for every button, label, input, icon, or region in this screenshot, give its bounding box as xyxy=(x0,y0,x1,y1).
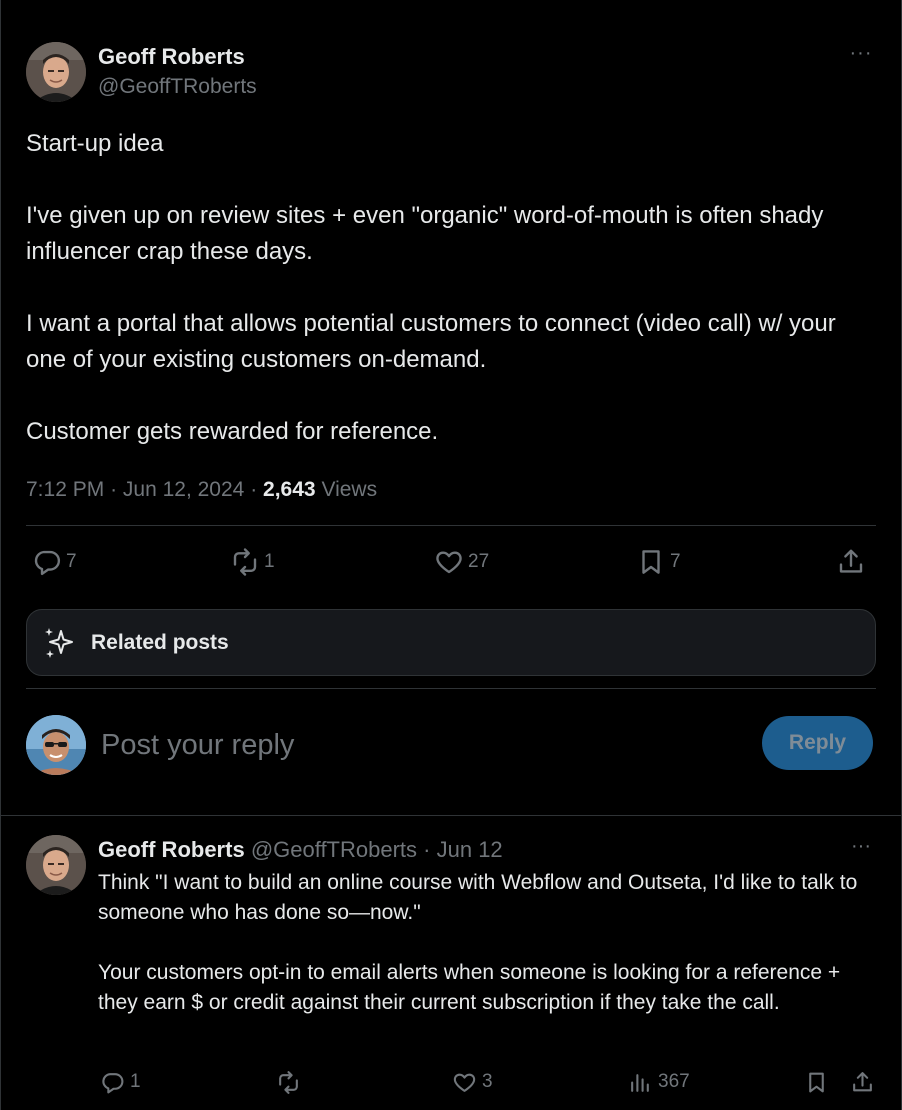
views-icon xyxy=(631,1073,649,1092)
post-author-row: Geoff Roberts @GeoffTRoberts ··· xyxy=(26,42,876,104)
views-label: Views xyxy=(321,478,378,501)
post-paragraph: I want a portal that allows potential cu… xyxy=(26,310,836,373)
divider xyxy=(26,688,876,689)
post-text: Start-up idea I've given up on review si… xyxy=(26,126,876,450)
share-icon xyxy=(839,549,863,573)
bookmark-icon xyxy=(642,550,660,574)
meta-separator: · xyxy=(250,478,258,501)
post-date[interactable]: Jun 12, 2024 xyxy=(123,478,244,501)
reply-reply-button[interactable]: 1 xyxy=(100,1065,141,1099)
reply-repost-button[interactable] xyxy=(276,1065,306,1099)
reply-paragraph: Think "I want to build an online course … xyxy=(98,871,858,924)
reply-author-name[interactable]: Geoff Roberts xyxy=(98,837,245,862)
sparkle-icon xyxy=(45,627,73,658)
current-user-avatar[interactable] xyxy=(26,715,86,775)
reply-date[interactable]: Jun 12 xyxy=(437,837,503,862)
reply-like-count: 3 xyxy=(482,1071,493,1092)
related-posts-button[interactable]: Related posts xyxy=(26,609,876,676)
reply-composer: Reply xyxy=(26,715,876,775)
bookmark-count: 7 xyxy=(670,551,681,572)
like-button[interactable]: 27 xyxy=(434,540,489,584)
reply-views-count: 367 xyxy=(658,1071,690,1092)
share-icon xyxy=(853,1071,872,1091)
post-meta: 7:12 PM · Jun 12, 2024 · 2,643 Views xyxy=(26,470,876,510)
author-avatar[interactable] xyxy=(26,42,86,102)
repost-icon xyxy=(279,1070,298,1094)
divider xyxy=(0,815,902,816)
more-icon[interactable]: ··· xyxy=(848,42,874,68)
like-icon xyxy=(453,1073,476,1092)
repost-count: 1 xyxy=(264,551,275,572)
author-name[interactable]: Geoff Roberts xyxy=(98,44,245,70)
post-paragraph: Customer gets rewarded for reference. xyxy=(26,418,439,445)
meta-separator: · xyxy=(110,478,118,501)
bookmark-icon xyxy=(809,1072,824,1092)
post-time[interactable]: 7:12 PM xyxy=(26,478,104,501)
post-action-bar: 7 1 27 7 xyxy=(26,540,876,584)
reply-views-button[interactable]: 367 xyxy=(628,1065,690,1099)
post-paragraph: Start-up idea xyxy=(26,130,164,157)
reply-bookmark-button[interactable] xyxy=(804,1065,829,1099)
reply-reply-count: 1 xyxy=(130,1071,141,1092)
bookmark-button[interactable]: 7 xyxy=(636,540,681,584)
main-post: Geoff Roberts @GeoffTRoberts ··· Start-u… xyxy=(26,42,876,510)
reply-text: Think "I want to build an online course … xyxy=(98,868,878,1018)
reply-like-button[interactable]: 3 xyxy=(452,1065,493,1099)
reply-count: 7 xyxy=(66,551,77,572)
reply-icon xyxy=(102,1072,124,1093)
reply-paragraph: Your customers opt-in to email alerts wh… xyxy=(98,961,841,1014)
divider xyxy=(26,525,876,526)
repost-button[interactable]: 1 xyxy=(230,540,275,584)
reply-submit-button[interactable]: Reply xyxy=(762,716,873,770)
reply-share-button[interactable] xyxy=(850,1065,875,1099)
reply-header: Geoff Roberts @GeoffTRoberts · Jun 12 xyxy=(98,837,503,863)
reply-input[interactable] xyxy=(101,723,701,767)
author-handle[interactable]: @GeoffTRoberts xyxy=(98,75,257,99)
left-border xyxy=(0,0,1,1110)
reply-button[interactable]: 7 xyxy=(32,540,77,584)
header-separator: · xyxy=(423,837,431,862)
repost-icon xyxy=(233,548,257,576)
post-paragraph: I've given up on review sites + even "or… xyxy=(26,202,824,265)
reply-author-avatar[interactable] xyxy=(26,835,86,895)
reply-icon xyxy=(34,550,61,576)
share-button[interactable] xyxy=(836,540,866,584)
views-count: 2,643 xyxy=(263,478,316,501)
like-count: 27 xyxy=(468,551,490,572)
like-icon xyxy=(436,551,462,574)
reply-action-bar: 1 3 367 xyxy=(98,1065,878,1099)
reply-author-handle[interactable]: @GeoffTRoberts xyxy=(251,837,417,862)
more-icon[interactable]: ··· xyxy=(848,835,874,861)
related-posts-label: Related posts xyxy=(91,630,229,654)
